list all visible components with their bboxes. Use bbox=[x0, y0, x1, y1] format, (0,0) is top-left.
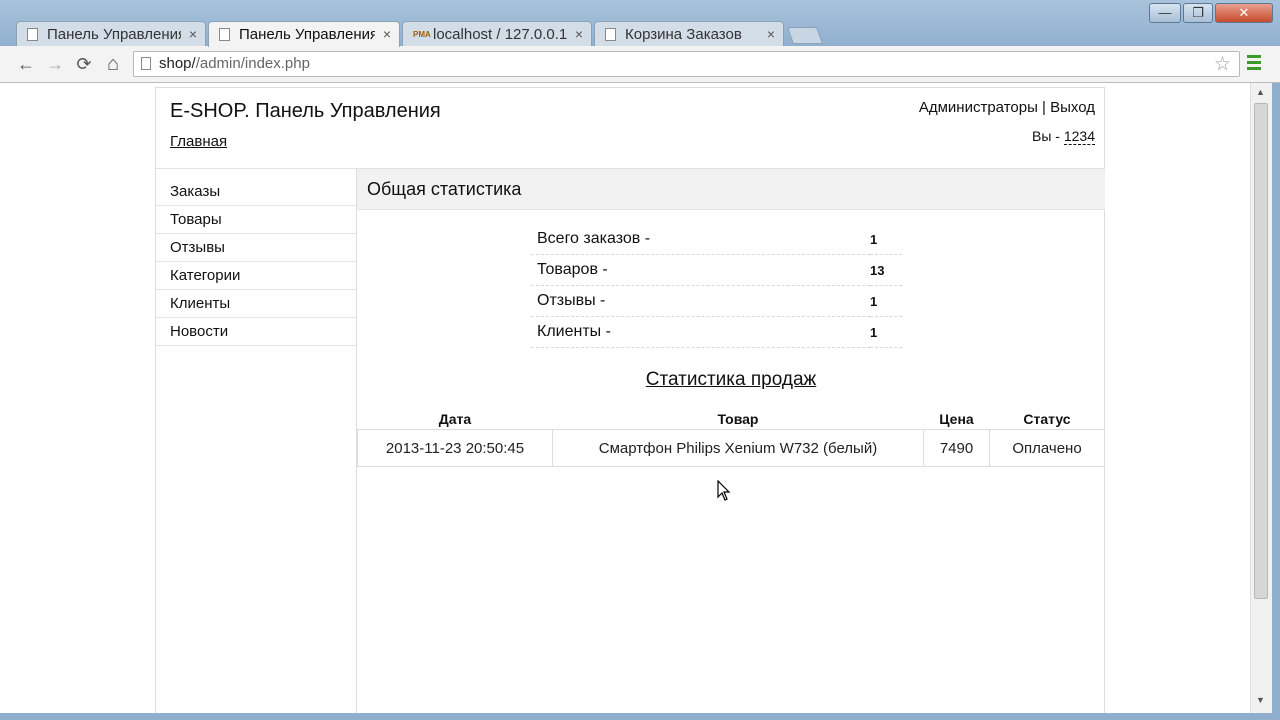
column-header-product: Товар bbox=[717, 411, 759, 427]
admin-page: E-SHOP. Панель Управления Главная Админи… bbox=[155, 87, 1105, 713]
stats-value: 13 bbox=[870, 254, 902, 286]
site-title: E-SHOP. Панель Управления bbox=[170, 100, 441, 122]
window-frame-right bbox=[1272, 83, 1280, 720]
tab-title: localhost / 127.0.0.1 bbox=[433, 26, 567, 43]
sidebar-item-products[interactable]: Товары bbox=[156, 206, 356, 234]
column-header-price: Цена bbox=[939, 411, 974, 427]
scroll-up-icon[interactable]: ▲ bbox=[1256, 87, 1265, 97]
stats-value: 1 bbox=[870, 285, 902, 317]
stats-label: Товаров - bbox=[531, 254, 870, 286]
tab-title: Панель Управления bbox=[239, 26, 375, 43]
phpmyadmin-icon: PMA bbox=[413, 30, 431, 39]
browser-tab-3[interactable]: PMA localhost / 127.0.0.1 × bbox=[402, 21, 592, 46]
page-icon bbox=[219, 28, 230, 41]
scroll-down-icon[interactable]: ▼ bbox=[1256, 695, 1265, 705]
sale-price: 7490 bbox=[923, 429, 990, 467]
tab-title: Корзина Заказов bbox=[625, 26, 742, 43]
browser-tab-2[interactable]: Панель Управления × bbox=[208, 21, 400, 47]
stats-row: Всего заказов - 1 bbox=[531, 224, 902, 255]
address-bar[interactable]: shop//admin/index.php ☆ bbox=[133, 51, 1240, 77]
sidebar-item-categories[interactable]: Категории bbox=[156, 262, 356, 290]
sidebar-item-clients[interactable]: Клиенты bbox=[156, 290, 356, 318]
reload-icon[interactable]: ⟳ bbox=[72, 52, 96, 76]
column-header-status: Статус bbox=[1023, 411, 1071, 427]
main-content: Общая статистика Всего заказов - 1 Товар… bbox=[356, 169, 1105, 713]
close-icon[interactable]: × bbox=[383, 22, 391, 47]
stats-value: 1 bbox=[870, 316, 902, 348]
sale-product: Смартфон Philips Xenium W732 (белый) bbox=[552, 429, 924, 467]
back-icon[interactable]: ← bbox=[14, 52, 38, 76]
close-icon[interactable]: × bbox=[575, 22, 583, 46]
browser-tab-4[interactable]: Корзина Заказов × bbox=[594, 21, 784, 46]
sidebar: Заказы Товары Отзывы Категории Клиенты Н… bbox=[156, 169, 356, 346]
current-user: Вы - 1234 bbox=[1032, 128, 1095, 145]
table-header-row: Дата Товар Цена Статус bbox=[358, 409, 1105, 430]
vertical-scrollbar[interactable]: ▲ ▼ bbox=[1250, 83, 1272, 713]
page-viewport: E-SHOP. Панель Управления Главная Админи… bbox=[0, 83, 1250, 713]
sales-table: Дата Товар Цена Статус 2013-11-23 20:50:… bbox=[357, 409, 1105, 467]
stats-row: Товаров - 13 bbox=[531, 254, 902, 286]
browser-tab-1[interactable]: Панель Управления × bbox=[16, 21, 206, 46]
table-row: 2013-11-23 20:50:45 Смартфон Philips Xen… bbox=[357, 429, 1105, 467]
menu-icon[interactable] bbox=[1247, 55, 1261, 73]
stats-value: 1 bbox=[870, 224, 902, 255]
browser-titlebar: Панель Управления × Панель Управления × … bbox=[0, 0, 1280, 47]
page-header: E-SHOP. Панель Управления Главная Админи… bbox=[156, 88, 1104, 169]
close-window-button[interactable]: ✕ bbox=[1215, 3, 1273, 23]
maximize-button[interactable]: ❐ bbox=[1183, 3, 1213, 23]
page-icon bbox=[605, 28, 616, 41]
sidebar-item-reviews[interactable]: Отзывы bbox=[156, 234, 356, 262]
user-login-link[interactable]: 1234 bbox=[1063, 128, 1095, 145]
you-prefix: Вы - bbox=[1032, 128, 1064, 144]
home-icon[interactable]: ⌂ bbox=[101, 52, 125, 76]
close-icon[interactable]: × bbox=[189, 22, 197, 46]
tab-title: Панель Управления bbox=[47, 26, 181, 43]
new-tab-button[interactable] bbox=[786, 27, 824, 44]
home-link[interactable]: Главная bbox=[170, 133, 227, 150]
stats-row: Клиенты - 1 bbox=[531, 316, 902, 348]
star-icon[interactable]: ☆ bbox=[1214, 53, 1231, 76]
forward-icon[interactable]: → bbox=[43, 52, 67, 76]
page-icon bbox=[141, 57, 151, 70]
close-icon[interactable]: × bbox=[767, 22, 775, 46]
page-icon bbox=[27, 28, 38, 41]
stats-label: Отзывы - bbox=[531, 285, 870, 317]
window-frame-bottom bbox=[0, 713, 1272, 720]
url-path: /admin/index.php bbox=[195, 55, 310, 72]
url-host: shop/ bbox=[159, 55, 196, 72]
logout-link[interactable]: Выход bbox=[1050, 99, 1095, 116]
column-header-date: Дата bbox=[438, 411, 472, 427]
browser-toolbar: ← → ⟳ ⌂ shop//admin/index.php ☆ bbox=[0, 46, 1280, 83]
link-separator: | bbox=[1037, 99, 1051, 116]
url-text: shop//admin/index.php bbox=[159, 55, 310, 72]
stats-row: Отзывы - 1 bbox=[531, 285, 902, 317]
stats-label: Клиенты - bbox=[531, 316, 870, 348]
sale-status: Оплачено bbox=[989, 429, 1105, 467]
scroll-thumb[interactable] bbox=[1254, 103, 1268, 599]
administrators-link[interactable]: Администраторы bbox=[919, 99, 1038, 116]
sidebar-item-news[interactable]: Новости bbox=[156, 318, 356, 346]
admin-links: Администраторы | Выход bbox=[919, 99, 1095, 116]
stats-table: Всего заказов - 1 Товаров - 13 Отзывы - … bbox=[531, 224, 902, 348]
sale-date: 2013-11-23 20:50:45 bbox=[357, 429, 553, 467]
sidebar-item-orders[interactable]: Заказы bbox=[156, 178, 356, 206]
minimize-button[interactable]: — bbox=[1149, 3, 1181, 23]
stats-label: Всего заказов - bbox=[531, 224, 870, 255]
stats-title: Общая статистика bbox=[357, 169, 1105, 210]
sales-title-link[interactable]: Статистика продаж bbox=[357, 369, 1105, 391]
mouse-cursor-icon bbox=[717, 480, 731, 501]
